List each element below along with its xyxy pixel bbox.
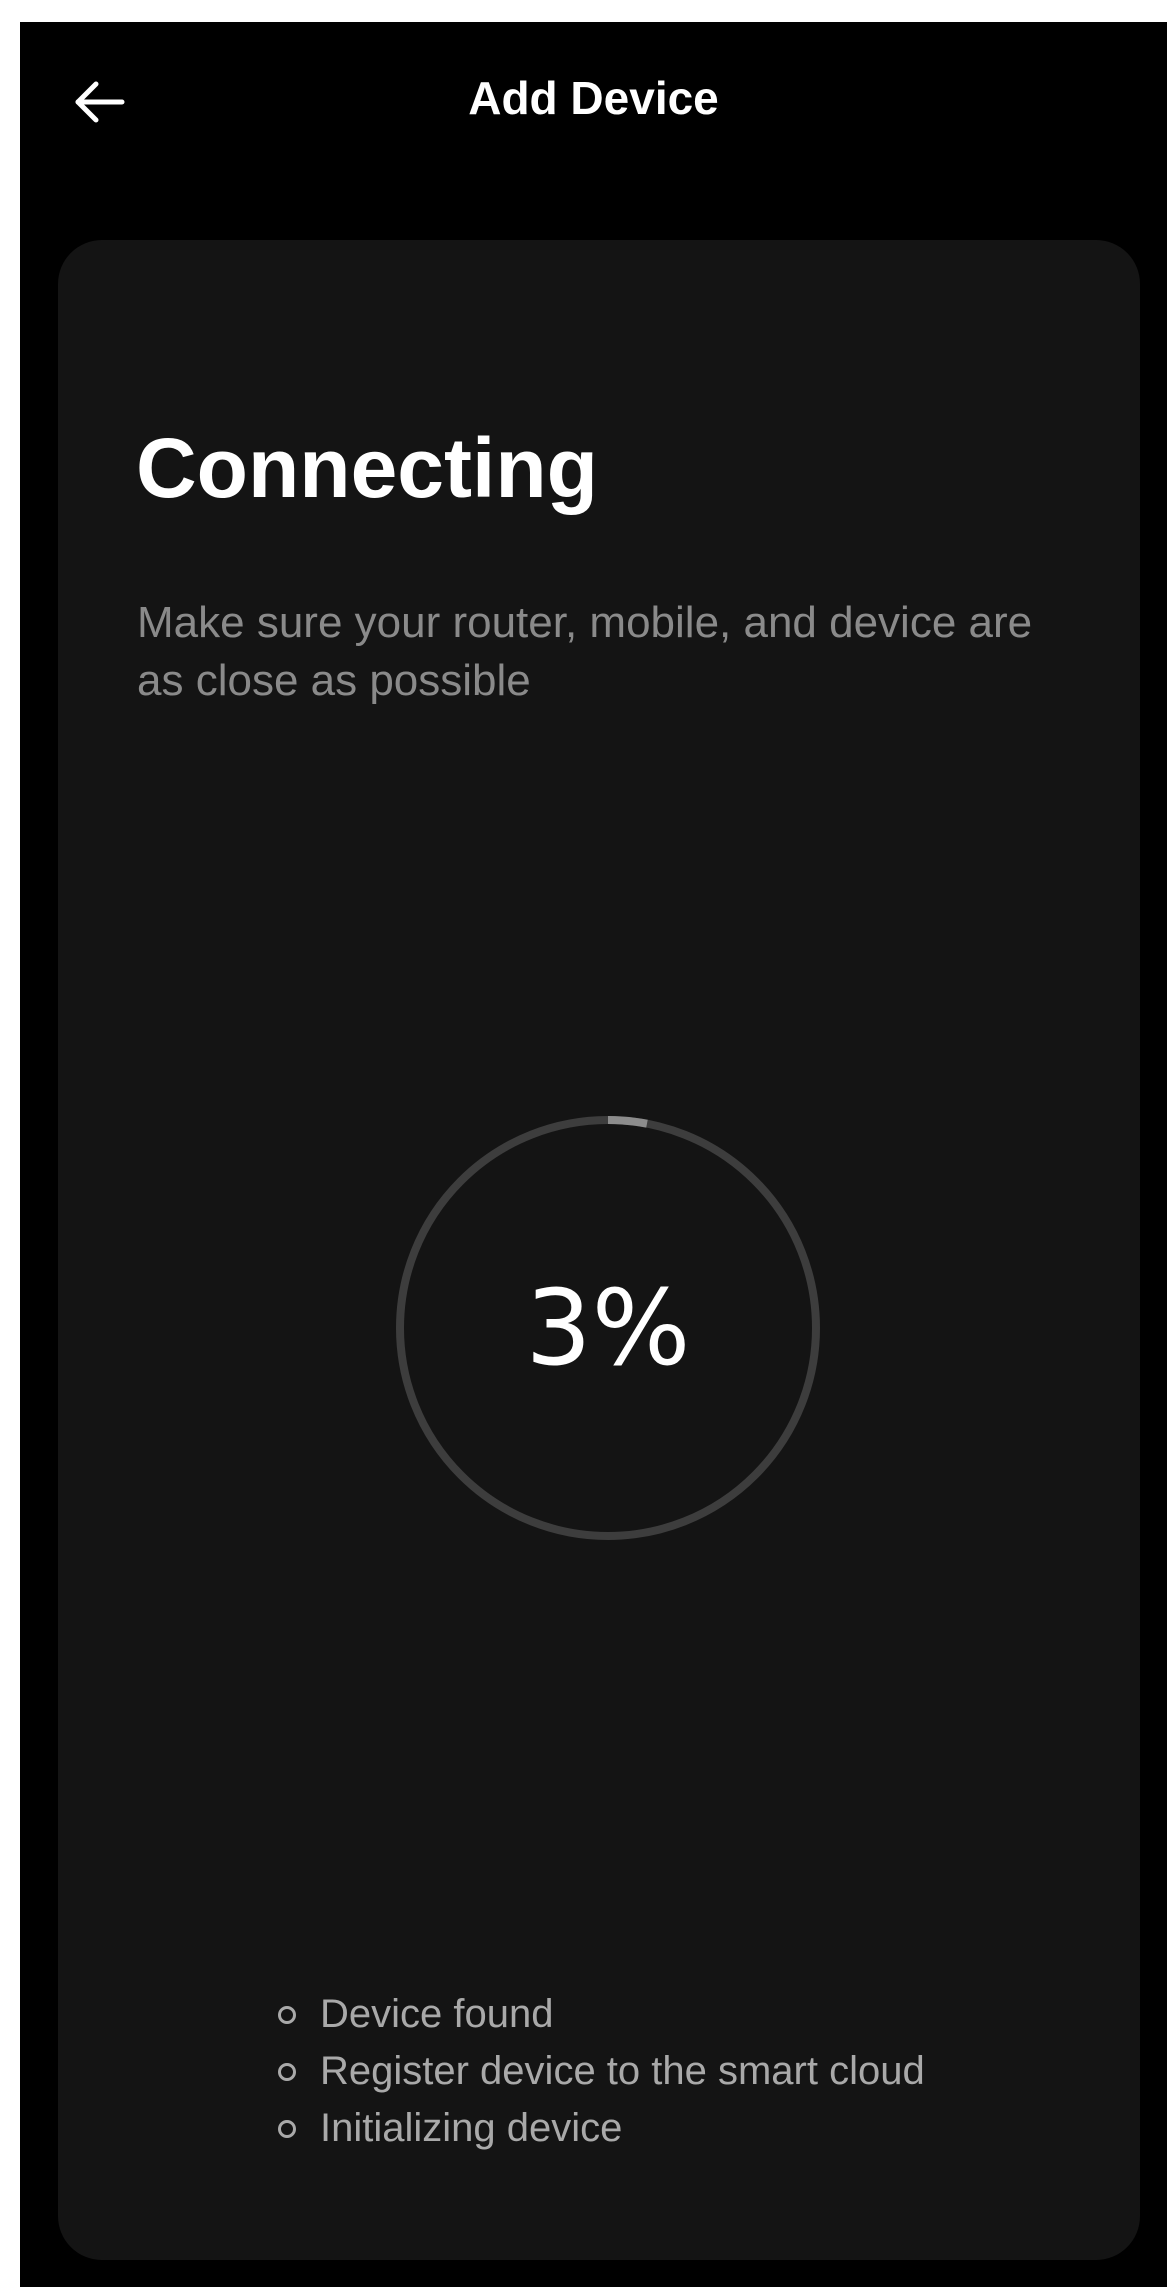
step-label: Register device to the smart cloud — [320, 2049, 925, 2093]
step-status-icon — [278, 2119, 296, 2138]
progress-percent: 3% — [525, 1267, 691, 1389]
connecting-card: Connecting Make sure your router, mobile… — [58, 240, 1140, 2260]
step-status-icon — [278, 2062, 296, 2081]
app-bar: Add Device — [20, 22, 1167, 182]
connecting-heading: Connecting — [136, 421, 598, 515]
step-label: Device found — [320, 1992, 554, 2036]
step-item-device-found: Device found — [278, 1986, 925, 2043]
progress-ring: 3% — [388, 1108, 828, 1548]
page-title: Add Device — [468, 72, 719, 124]
connection-steps: Device found Register device to the smar… — [278, 1986, 925, 2157]
screen: Add Device Connecting Make sure your rou… — [20, 22, 1167, 2287]
step-item-initializing: Initializing device — [278, 2100, 925, 2157]
step-status-icon — [278, 2005, 296, 2024]
connecting-hint: Make sure your router, mobile, and devic… — [137, 598, 1033, 705]
step-item-register-cloud: Register device to the smart cloud — [278, 2043, 925, 2100]
step-label: Initializing device — [320, 2106, 623, 2150]
